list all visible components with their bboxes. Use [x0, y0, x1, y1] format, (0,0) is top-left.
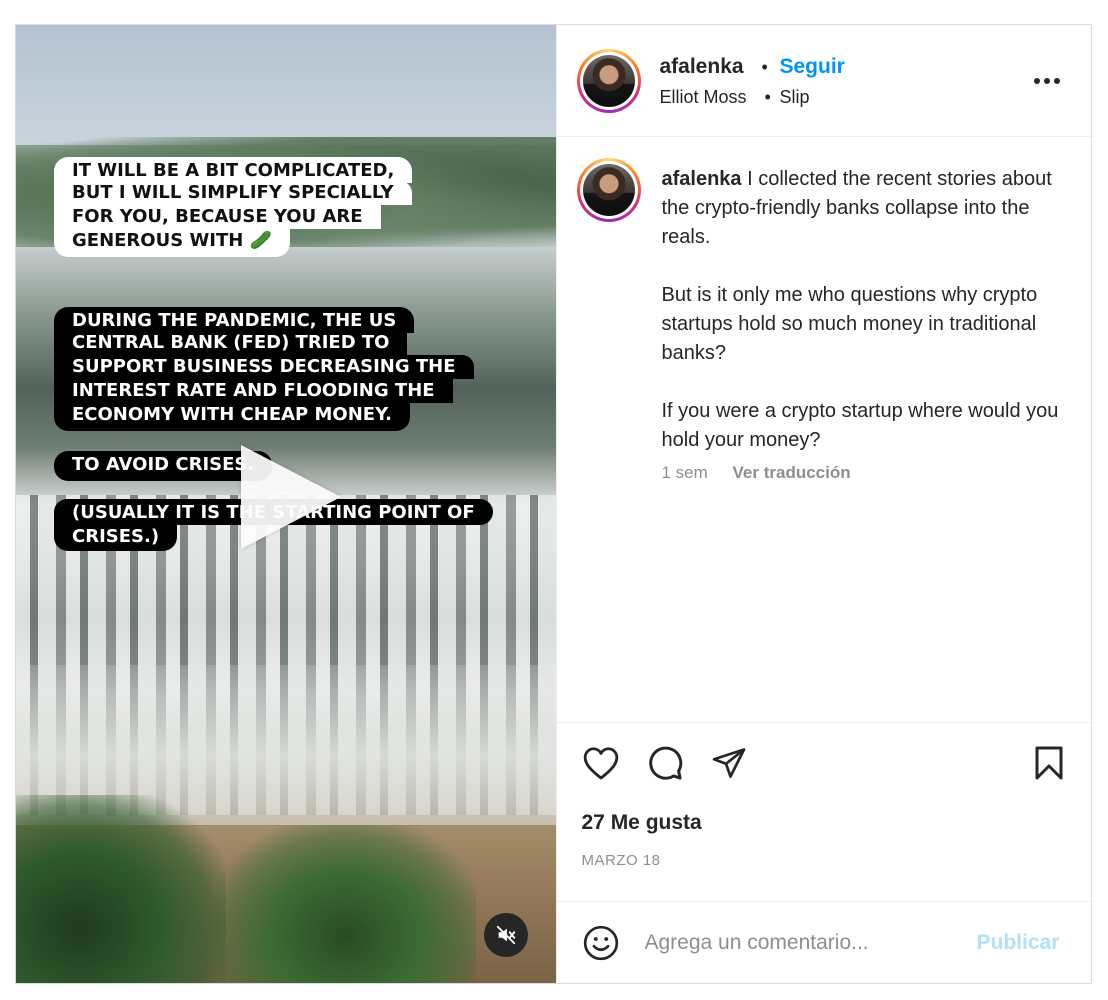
play-icon[interactable] [241, 445, 341, 549]
emoji-button[interactable] [582, 924, 620, 962]
video-caption-line: DURING THE PANDEMIC, THE US [54, 307, 415, 333]
video-frame-tree [16, 795, 226, 983]
video-caption-line: SUPPORT BUSINESS DECREASING THE [54, 355, 474, 379]
comment-input[interactable] [644, 928, 965, 958]
post-media-video[interactable]: IT WILL BE A BIT COMPLICATED, BUT I WILL… [16, 25, 556, 983]
send-icon [712, 748, 745, 778]
video-frame-sky [16, 25, 556, 145]
follow-button[interactable]: Seguir [780, 55, 845, 79]
post-actions: 27 Me gusta MARZO 18 [556, 722, 1093, 902]
share-button[interactable] [709, 743, 749, 783]
caption-author-avatar[interactable] [576, 158, 641, 222]
video-caption-line: TO AVOID CRISES. [54, 451, 273, 481]
post-card: IT WILL BE A BIT COMPLICATED, BUT I WILL… [15, 24, 1093, 984]
post-date[interactable]: MARZO 18 [582, 852, 661, 869]
more-icon [1033, 78, 1060, 84]
audio-artist[interactable]: Elliot Moss [660, 87, 747, 108]
speaker-muted-icon [496, 925, 516, 945]
publish-button[interactable]: Publicar [977, 931, 1060, 955]
more-options-button[interactable] [1027, 61, 1067, 101]
video-caption-line: CENTRAL BANK (FED) TRIED TO [54, 331, 408, 355]
post-caption: afalenka I collected the recent stories … [662, 165, 1062, 455]
video-caption-line: IT WILL BE A BIT COMPLICATED, [54, 157, 413, 183]
comment-icon [648, 746, 682, 780]
likes-count[interactable]: 27 Me gusta [582, 811, 702, 835]
see-translation-button[interactable]: Ver traducción [733, 463, 851, 482]
caption-meta: 1 sem Ver traducción [662, 463, 851, 483]
caption-paragraph: But is it only me who questions why cryp… [661, 284, 1038, 364]
save-button[interactable] [1029, 743, 1069, 783]
caption-paragraph: If you were a crypto startup where would… [661, 400, 1059, 451]
video-caption-line: CRISES.) [54, 525, 178, 551]
video-caption-line: GENEROUS WITH 🥒 [54, 229, 291, 257]
separator-dot: • [761, 57, 768, 77]
post-details-panel: afalenka • Seguir Elliot Moss • Slip afa… [555, 25, 1093, 983]
emoji-icon [583, 925, 618, 961]
author-avatar[interactable] [576, 49, 641, 113]
like-button[interactable] [581, 743, 621, 783]
post-header: afalenka • Seguir Elliot Moss • Slip [556, 25, 1093, 137]
video-caption-line: FOR YOU, BECAUSE YOU ARE [54, 205, 381, 229]
video-caption-line: INTEREST RATE AND FLOODING THE [54, 379, 453, 403]
avatar-photo [582, 55, 635, 107]
mute-button[interactable] [484, 913, 528, 957]
video-caption-line: BUT I WILL SIMPLIFY SPECIALLY [54, 181, 412, 205]
video-caption-line: ECONOMY WITH CHEAP MONEY. [54, 403, 410, 431]
caption-username[interactable]: afalenka [662, 168, 742, 190]
video-frame-tree [216, 825, 476, 983]
comment-composer: Publicar [556, 901, 1093, 983]
heart-icon [583, 747, 618, 780]
audio-separator: • [764, 87, 771, 107]
avatar-photo [582, 164, 635, 216]
comment-button[interactable] [645, 743, 685, 783]
author-username[interactable]: afalenka [660, 55, 744, 79]
bookmark-icon [1035, 746, 1062, 780]
caption-time[interactable]: 1 sem [662, 463, 708, 482]
audio-title[interactable]: Slip [780, 87, 810, 108]
